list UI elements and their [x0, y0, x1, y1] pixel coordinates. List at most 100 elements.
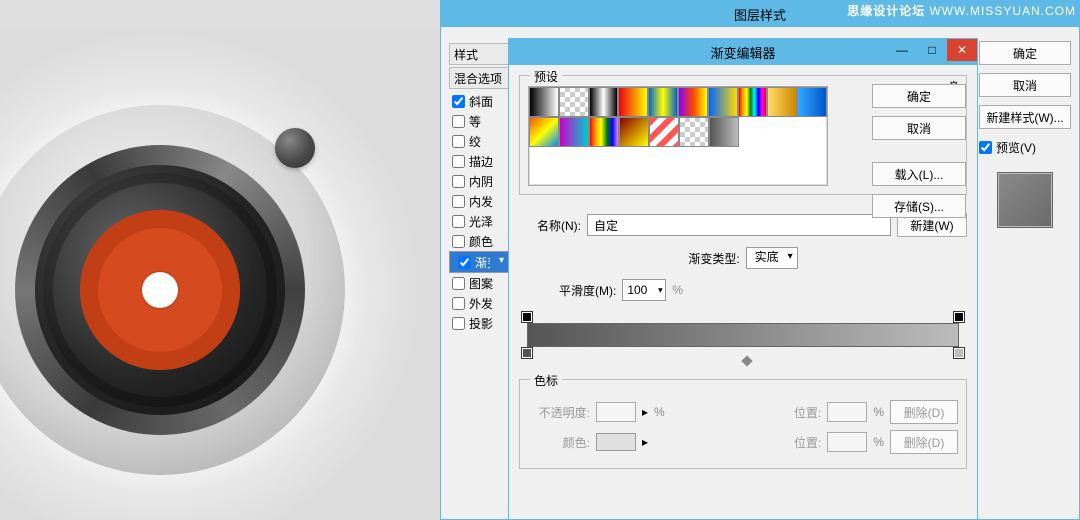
opacity-position-input[interactable]	[827, 402, 867, 422]
gradient-editor-titlebar[interactable]: 渐变编辑器 — □ ✕	[509, 39, 977, 65]
presets-fieldset: 预设 ⚙ 确定 取消 载入(L)... 存储(S)...	[519, 75, 967, 195]
preset-swatch[interactable]	[708, 87, 738, 117]
watermark-brand: 思缘设计论坛	[847, 4, 925, 18]
preset-swatch[interactable]	[619, 117, 649, 147]
preview-label: 预览(V)	[996, 139, 1036, 156]
style-check[interactable]	[452, 155, 465, 168]
gradient-type-select[interactable]: 实底	[746, 247, 798, 269]
preset-swatch[interactable]	[648, 87, 678, 117]
styles-list-header[interactable]: 样式	[449, 43, 509, 65]
maximize-button[interactable]: □	[917, 39, 947, 61]
presets-label: 预设	[530, 68, 562, 85]
preset-swatch[interactable]	[618, 87, 648, 117]
preset-swatch[interactable]	[738, 87, 768, 117]
ge-ok-button[interactable]: 确定	[872, 84, 966, 108]
style-check[interactable]	[452, 115, 465, 128]
color-label: 颜色:	[528, 434, 590, 451]
watermark-url: WWW.MISSYUAN.COM	[929, 4, 1076, 18]
style-check-gradient[interactable]	[458, 256, 471, 269]
new-style-button[interactable]: 新建样式(W)...	[979, 105, 1071, 129]
color-position-input[interactable]	[827, 432, 867, 452]
gradient-type-label: 渐变类型:	[688, 250, 739, 267]
style-item-drop-shadow[interactable]: 投影	[449, 313, 509, 333]
canvas-artwork	[0, 0, 440, 520]
layer-styles-right-buttons: 确定 取消 新建样式(W)... 预览(V)	[979, 41, 1071, 228]
style-check[interactable]	[452, 277, 465, 290]
delete-color-stop-button[interactable]: 删除(D)	[890, 430, 958, 454]
preset-swatch[interactable]	[679, 117, 709, 147]
preset-swatch[interactable]	[797, 87, 827, 117]
style-check[interactable]	[452, 297, 465, 310]
cancel-button[interactable]: 取消	[979, 73, 1071, 97]
preset-swatch[interactable]	[559, 87, 589, 117]
ge-cancel-button[interactable]: 取消	[872, 116, 966, 140]
position-label-2: 位置:	[794, 434, 821, 451]
style-item-pattern-overlay[interactable]: 图案	[449, 273, 509, 293]
record-small-knob	[275, 128, 315, 168]
style-item-satin[interactable]: 光泽	[449, 211, 509, 231]
preset-swatch[interactable]	[589, 87, 619, 117]
watermark: 思缘设计论坛 WWW.MISSYUAN.COM	[847, 2, 1076, 19]
smoothness-label: 平滑度(M):	[559, 282, 616, 299]
preview-checkbox[interactable]	[979, 141, 992, 154]
style-check[interactable]	[452, 215, 465, 228]
preview-swatch	[997, 172, 1053, 228]
gradient-editor-dialog: 渐变编辑器 — □ ✕ 预设 ⚙ 确定 取消 载入(L)... 存储(S)...…	[508, 38, 978, 520]
delete-opacity-stop-button[interactable]: 删除(D)	[890, 400, 958, 424]
preset-swatch[interactable]	[678, 87, 708, 117]
color-stop-left[interactable]	[521, 347, 533, 359]
style-check[interactable]	[452, 195, 465, 208]
close-button[interactable]: ✕	[947, 39, 977, 61]
position-label-1: 位置:	[794, 404, 821, 421]
window-controls: — □ ✕	[887, 39, 977, 61]
color-stop-right[interactable]	[953, 347, 965, 359]
opacity-input[interactable]	[596, 402, 636, 422]
gradient-preview-bar[interactable]	[527, 323, 959, 347]
minimize-button[interactable]: —	[887, 39, 917, 61]
midpoint-handle[interactable]	[741, 355, 752, 366]
preset-swatch[interactable]	[709, 117, 739, 147]
color-chip[interactable]	[596, 433, 636, 451]
load-button[interactable]: 载入(L)...	[872, 162, 966, 186]
blend-options-header[interactable]: 混合选项	[449, 67, 509, 89]
record-center-hole	[142, 272, 178, 308]
preset-swatch[interactable]	[559, 117, 589, 147]
style-item-gradient-overlay[interactable]: 渐变	[449, 251, 509, 273]
smoothness-unit: %	[672, 283, 683, 297]
stops-fieldset: 色标 不透明度: ▸ % 位置: % 删除(D) 颜色: ▸ 位置: %	[519, 379, 967, 469]
layer-styles-title: 图层样式	[734, 5, 786, 24]
style-item-inner-shadow[interactable]: 内阴	[449, 171, 509, 191]
save-button[interactable]: 存储(S)...	[872, 194, 966, 218]
opacity-stop-right[interactable]	[953, 311, 965, 323]
preset-swatch[interactable]	[767, 87, 797, 117]
smoothness-input[interactable]: 100	[622, 279, 666, 301]
gradient-side-buttons: 确定 取消 载入(L)... 存储(S)...	[872, 84, 966, 218]
gradient-editor-title: 渐变编辑器	[710, 43, 775, 62]
preview-checkbox-row[interactable]: 预览(V)	[979, 139, 1071, 156]
style-check-bevel[interactable]	[452, 95, 465, 108]
style-check[interactable]	[452, 135, 465, 148]
opacity-stop-left[interactable]	[521, 311, 533, 323]
style-item-bevel[interactable]: 斜面	[449, 91, 509, 111]
preset-swatch[interactable]	[529, 117, 559, 147]
preset-swatch[interactable]	[649, 117, 679, 147]
gradient-bar[interactable]	[519, 315, 967, 355]
stops-legend: 色标	[530, 372, 562, 389]
opacity-label: 不透明度:	[528, 404, 590, 421]
style-item-contour[interactable]: 等	[449, 111, 509, 131]
style-item-stroke[interactable]: 描边	[449, 151, 509, 171]
style-item-texture[interactable]: 绞	[449, 131, 509, 151]
style-check[interactable]	[452, 235, 465, 248]
styles-list: 样式 混合选项 斜面 等 绞 描边 内阴 内发 光泽 颜色 渐变 图案 外发 投…	[449, 43, 509, 333]
name-input[interactable]	[587, 214, 891, 236]
name-label: 名称(N):	[519, 217, 581, 234]
style-item-outer-glow[interactable]: 外发	[449, 293, 509, 313]
style-check[interactable]	[452, 175, 465, 188]
style-item-inner-glow[interactable]: 内发	[449, 191, 509, 211]
style-item-color-overlay[interactable]: 颜色	[449, 231, 509, 251]
preset-swatch[interactable]	[529, 87, 559, 117]
ok-button[interactable]: 确定	[979, 41, 1071, 65]
style-check[interactable]	[452, 317, 465, 330]
preset-swatch-grid[interactable]	[528, 86, 828, 186]
preset-swatch[interactable]	[589, 117, 619, 147]
